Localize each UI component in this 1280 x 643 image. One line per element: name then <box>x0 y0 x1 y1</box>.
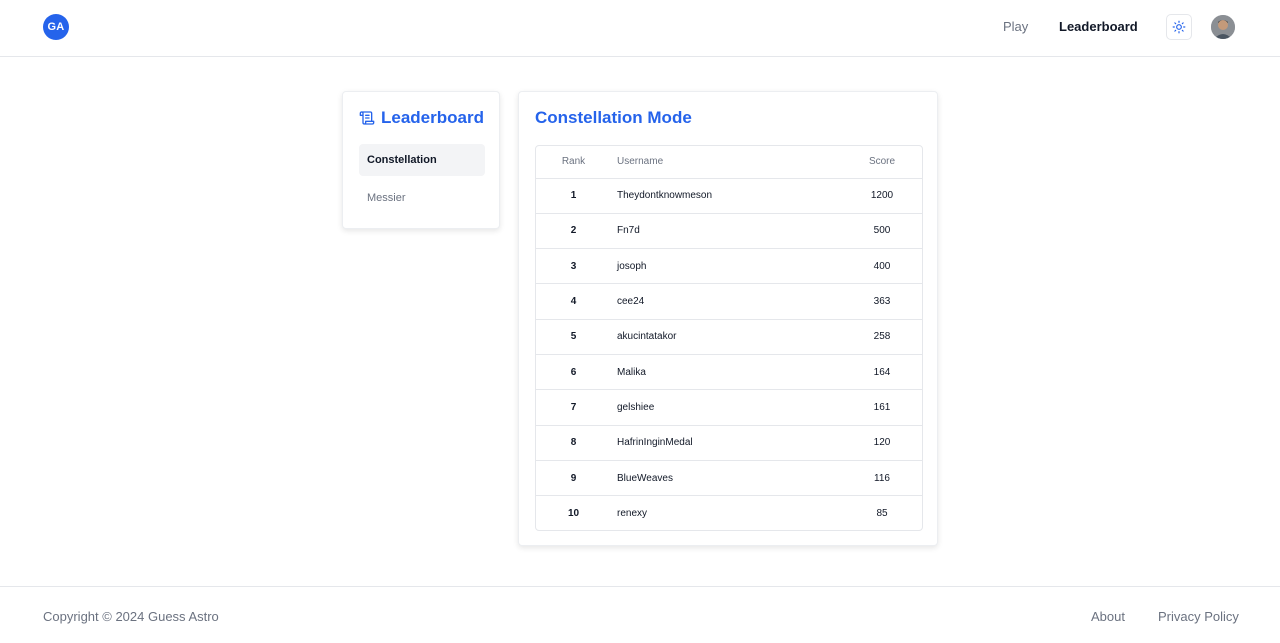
score-cell: 85 <box>876 508 888 520</box>
top-navbar: GA Play Leaderboard <box>0 0 1280 57</box>
nav-leaderboard-link[interactable]: Leaderboard <box>1059 19 1138 34</box>
rank-cell: 10 <box>567 508 580 520</box>
score-cell: 500 <box>842 213 922 250</box>
table-row: 2 Fn7d 500 <box>536 213 922 250</box>
score-column-header: Score <box>842 146 922 179</box>
username-column-header: Username <box>611 146 842 179</box>
sidebar-title-text: Leaderboard <box>381 108 484 127</box>
sidebar-item-constellation[interactable]: Constellation <box>359 144 485 176</box>
rank-cell: 2 <box>536 213 611 250</box>
rank-column-header: Rank <box>536 146 611 179</box>
username-cell: cee24 <box>611 283 842 320</box>
table-header-row: Rank Username Score <box>536 146 922 179</box>
table-row: 1 Theydontknowmeson 1200 <box>536 178 922 214</box>
copyright-text: Copyright © 2024 Guess Astro <box>43 609 219 624</box>
username-cell: Fn7d <box>611 213 842 250</box>
leaderboard-table: Rank Username Score 1 Theydontknowmeson 12… <box>536 146 922 530</box>
table-row: 7 gelshiee 161 <box>536 389 922 426</box>
rank-cell: 7 <box>536 389 611 426</box>
username-cell: josoph <box>611 248 842 285</box>
page-title: Constellation Mode <box>535 108 692 127</box>
username-cell: HafrinInginMedal <box>611 425 842 461</box>
score-cell: 120 <box>842 425 922 461</box>
leaderboard-sidebar: Leaderboard Constellation Messier <box>342 91 500 229</box>
logo-badge[interactable]: GA <box>43 14 69 40</box>
sidebar-title: Leaderboard <box>359 108 484 128</box>
rank-cell: 8 <box>536 425 611 461</box>
score-cell: 1200 <box>842 178 922 214</box>
nav-play-link[interactable]: Play <box>1003 19 1028 34</box>
page-footer: Copyright © 2024 Guess Astro About Priva… <box>0 586 1280 643</box>
score-cell: 363 <box>842 283 922 320</box>
table-row: 6 Malika 164 <box>536 354 922 391</box>
score-cell: 400 <box>842 248 922 285</box>
rank-cell: 9 <box>536 460 611 497</box>
table-row: 10 renexy 85 <box>536 496 922 530</box>
leaderboard-panel: Constellation Mode Rank Username Score 1… <box>518 91 938 546</box>
score-cell: 258 <box>842 319 922 355</box>
scroll-icon <box>359 111 375 125</box>
table-row: 3 josoph 400 <box>536 248 922 285</box>
username-cell: renexy <box>617 508 648 520</box>
username-cell: akucintatakor <box>611 319 842 355</box>
about-link[interactable]: About <box>1091 609 1125 624</box>
username-cell: gelshiee <box>611 389 842 426</box>
score-cell: 164 <box>842 354 922 391</box>
rank-cell: 3 <box>536 248 611 285</box>
sun-icon <box>1172 20 1186 34</box>
user-avatar[interactable] <box>1211 15 1235 39</box>
table-row: 9 BlueWeaves 116 <box>536 460 922 497</box>
table-row: 5 akucintatakor 258 <box>536 319 922 355</box>
username-cell: Theydontknowmeson <box>611 178 842 214</box>
rank-cell: 1 <box>536 178 611 214</box>
rank-cell: 4 <box>536 283 611 320</box>
score-cell: 116 <box>842 460 922 497</box>
rank-cell: 5 <box>536 319 611 355</box>
table-row: 8 HafrinInginMedal 120 <box>536 425 922 461</box>
privacy-policy-link[interactable]: Privacy Policy <box>1158 609 1239 624</box>
table-row: 4 cee24 363 <box>536 283 922 320</box>
leaderboard-table-container: Rank Username Score 1 Theydontknowmeson 12… <box>535 145 923 531</box>
username-cell: Malika <box>611 354 842 391</box>
sidebar-item-messier[interactable]: Messier <box>359 182 485 214</box>
score-cell: 161 <box>842 389 922 426</box>
theme-toggle-button[interactable] <box>1166 14 1192 40</box>
rank-cell: 6 <box>536 354 611 391</box>
username-cell: BlueWeaves <box>611 460 842 497</box>
